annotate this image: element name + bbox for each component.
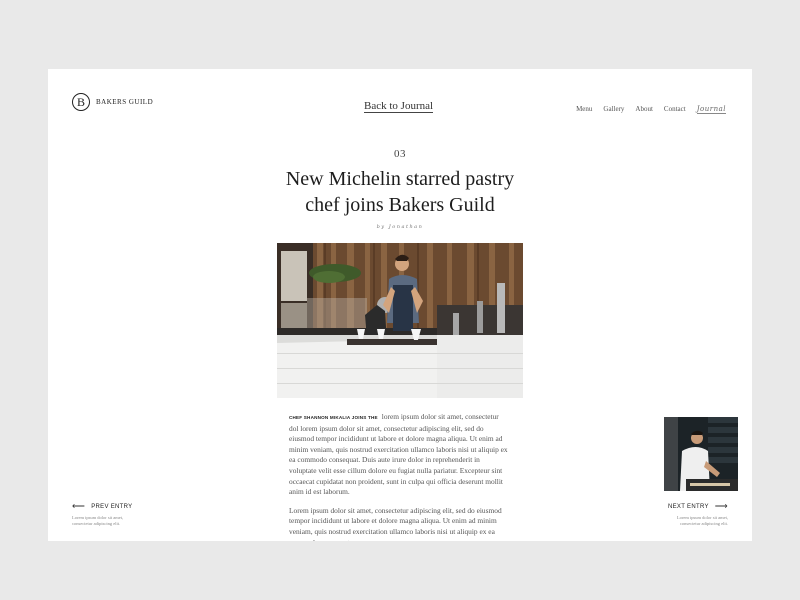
next-entry-blurb-line-1: Lorem ipsum dolor sit amet, <box>676 515 728 520</box>
next-entry-label: NEXT ENTRY <box>668 503 709 510</box>
brand-logo[interactable]: B BAKERS GUILD <box>72 93 153 111</box>
nav-item-gallery[interactable]: Gallery <box>603 105 624 114</box>
prev-entry-blurb: Lorem ipsum dolor sit amet, consectetur … <box>72 515 132 527</box>
prev-entry[interactable]: ⟵ PREV ENTRY Lorem ipsum dolor sit amet,… <box>72 502 132 527</box>
prev-entry-link[interactable]: ⟵ PREV ENTRY <box>72 502 132 511</box>
prev-entry-label: PREV ENTRY <box>91 503 133 510</box>
logo-text: BAKERS GUILD <box>96 98 154 106</box>
article-lead-in: CHEF SHANNON MIKALIA JOINS THE <box>289 415 378 420</box>
next-entry-blurb-line-2: consectetur adipiscing elit. <box>679 521 728 526</box>
author-byline: by Jonathan <box>376 224 424 230</box>
nav-item-contact[interactable]: Contact <box>664 105 686 114</box>
logo-mark: B <box>72 93 90 111</box>
back-to-journal-link[interactable]: Back to Journal <box>364 100 434 113</box>
article-paragraph-1: CHEF SHANNON MIKALIA JOINS THE lorem ipsu… <box>289 412 509 498</box>
nav-item-journal[interactable]: Journal <box>696 105 726 114</box>
next-entry-thumbnail[interactable] <box>664 417 738 491</box>
prev-entry-blurb-line-2: consectetur adipiscing elit. <box>72 521 121 526</box>
article-body: CHEF SHANNON MIKALIA JOINS THE lorem ipsu… <box>289 412 509 541</box>
journal-entry-page: B BAKERS GUILD Back to Journal Menu Gall… <box>48 69 752 541</box>
nav-item-about[interactable]: About <box>635 105 653 114</box>
next-entry[interactable]: NEXT ENTRY ⟶ Lorem ipsum dolor sit amet,… <box>668 502 728 527</box>
prev-entry-blurb-line-1: Lorem ipsum dolor sit amet, <box>72 515 124 520</box>
entry-title-line-1: New Michelin starred pastry <box>285 168 515 190</box>
entry-title: New Michelin starred pastry chef joins B… <box>248 166 552 218</box>
nav-item-menu[interactable]: Menu <box>576 105 592 114</box>
next-entry-blurb: Lorem ipsum dolor sit amet, consectetur … <box>668 515 728 527</box>
next-entry-link[interactable]: NEXT ENTRY ⟶ <box>668 502 728 511</box>
arrow-right-icon: ⟶ <box>714 501 728 511</box>
arrow-left-icon: ⟵ <box>72 501 86 511</box>
article-paragraph-2: Lorem ipsum dolor sit amet, consectetur … <box>289 505 502 541</box>
entry-title-line-2: chef joins Bakers Guild <box>305 194 495 216</box>
main-nav: Menu Gallery About Contact Journal <box>565 105 726 114</box>
article-paragraph-1-text: lorem ipsum dolor sit amet, consectetur … <box>289 412 508 497</box>
entry-number: 03 <box>394 148 406 160</box>
hero-image-cafe <box>277 243 523 398</box>
